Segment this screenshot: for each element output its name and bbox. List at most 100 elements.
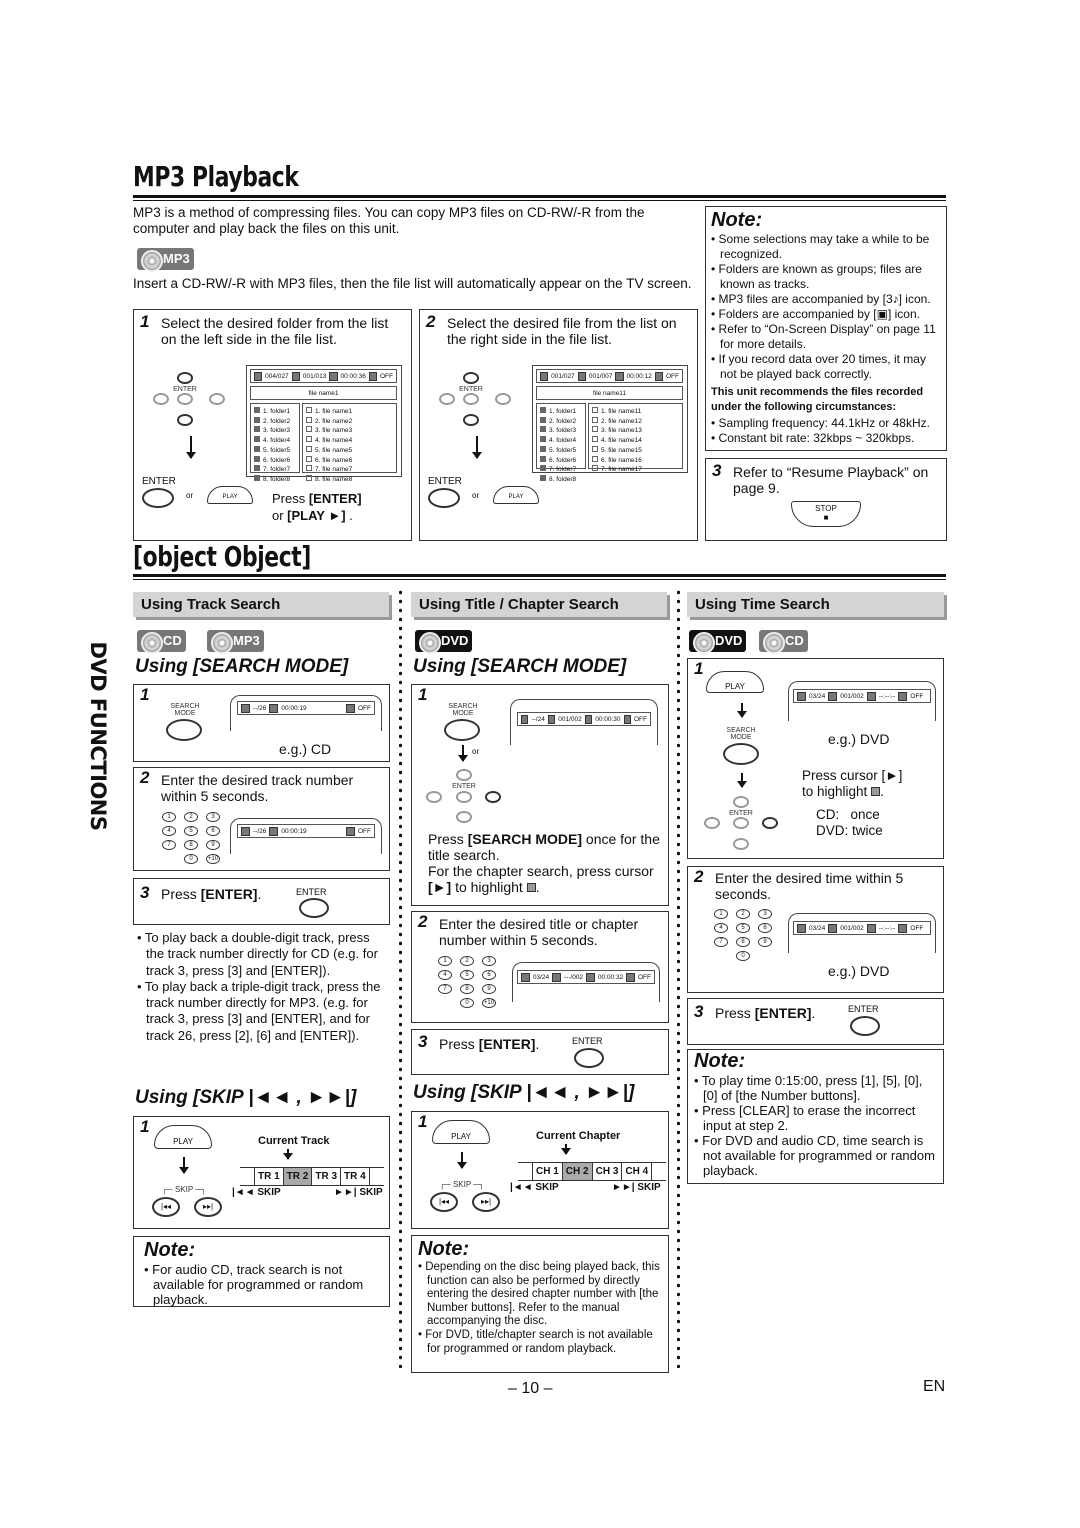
- search-mode-button[interactable]: [723, 743, 759, 765]
- folder-list[interactable]: 1. folder1 2. folder2 3. folder3 4. folder4…: [536, 403, 586, 483]
- number-key-2[interactable]: 2: [460, 956, 474, 966]
- list-item[interactable]: 3. file name3: [306, 426, 393, 436]
- down-button[interactable]: [733, 838, 749, 850]
- number-key-+10[interactable]: +10: [482, 998, 496, 1008]
- play-button[interactable]: PLAY: [432, 1120, 490, 1144]
- list-item[interactable]: 7. file name7: [306, 465, 393, 475]
- list-item[interactable]: 4. folder4: [254, 436, 296, 446]
- number-key-3[interactable]: 3: [206, 812, 220, 822]
- list-item[interactable]: 7. file name17: [592, 465, 679, 475]
- up-button[interactable]: [177, 372, 193, 384]
- up-button[interactable]: [456, 769, 472, 781]
- enter-button[interactable]: [574, 1048, 604, 1068]
- number-key-9[interactable]: 9: [758, 937, 772, 947]
- number-key-1[interactable]: 1: [162, 812, 176, 822]
- number-key-8[interactable]: 8: [460, 984, 474, 994]
- list-item[interactable]: 3. folder3: [254, 426, 296, 436]
- list-item[interactable]: 7. folder7: [254, 465, 296, 475]
- search-mode-button[interactable]: [166, 719, 202, 741]
- enter-button[interactable]: [463, 393, 479, 405]
- number-key-9[interactable]: 9: [482, 984, 496, 994]
- enter-button[interactable]: [733, 817, 749, 829]
- list-item[interactable]: 7. folder7: [540, 465, 582, 475]
- number-key-5[interactable]: 5: [460, 970, 474, 980]
- list-item[interactable]: 4. folder4: [540, 436, 582, 446]
- list-item[interactable]: 2. file name2: [306, 416, 393, 427]
- left-button[interactable]: [426, 791, 442, 803]
- number-key-5[interactable]: 5: [184, 826, 198, 836]
- number-key-7[interactable]: 7: [714, 937, 728, 947]
- number-key-2[interactable]: 2: [736, 909, 750, 919]
- file-list[interactable]: 1. file name1 2. file name2 3. file name3 4…: [302, 403, 397, 483]
- enter-button[interactable]: [428, 488, 460, 508]
- list-item[interactable]: 8. folder8: [254, 474, 296, 485]
- list-item[interactable]: 8. folder8: [540, 474, 582, 485]
- list-item[interactable]: 6. file name6: [306, 455, 393, 466]
- enter-button[interactable]: [142, 488, 174, 508]
- play-button[interactable]: PLAY: [207, 486, 253, 504]
- number-key-3[interactable]: 3: [758, 909, 772, 919]
- folder-list[interactable]: 1. folder1 2. folder2 3. folder3 4. folder4…: [250, 403, 300, 483]
- number-key-1[interactable]: 1: [714, 909, 728, 919]
- left-button[interactable]: [704, 817, 720, 829]
- number-key-4[interactable]: 4: [714, 923, 728, 933]
- play-button[interactable]: PLAY: [154, 1125, 212, 1149]
- number-key-7[interactable]: 7: [438, 984, 452, 994]
- list-item[interactable]: 5. folder5: [254, 445, 296, 456]
- play-button[interactable]: PLAY: [706, 671, 764, 693]
- number-key-6[interactable]: 6: [482, 970, 496, 980]
- number-key-1[interactable]: 1: [438, 956, 452, 966]
- right-button[interactable]: [495, 393, 511, 405]
- number-key-7[interactable]: 7: [162, 840, 176, 850]
- list-item[interactable]: 2. folder2: [254, 416, 296, 427]
- list-item[interactable]: 5. file name5: [306, 445, 393, 456]
- right-button[interactable]: [485, 791, 501, 803]
- list-item[interactable]: 1. file name1: [306, 407, 393, 417]
- number-key-8[interactable]: 8: [184, 840, 198, 850]
- number-key-0[interactable]: 0: [736, 951, 750, 961]
- list-item[interactable]: 2. folder2: [540, 416, 582, 427]
- file-list[interactable]: 1. file name11 2. file name12 3. file name…: [588, 403, 683, 473]
- number-key-6[interactable]: 6: [206, 826, 220, 836]
- list-item[interactable]: 1. file name11: [592, 407, 679, 417]
- skip-back-button[interactable]: |◂◂: [430, 1192, 458, 1212]
- skip-forward-button[interactable]: ▸▸|: [194, 1197, 222, 1217]
- list-item[interactable]: 5. folder5: [540, 445, 582, 456]
- number-key-5[interactable]: 5: [736, 923, 750, 933]
- number-key-2[interactable]: 2: [184, 812, 198, 822]
- number-key-3[interactable]: 3: [482, 956, 496, 966]
- number-key-+10[interactable]: +10: [206, 854, 220, 864]
- left-button[interactable]: [153, 393, 169, 405]
- list-item[interactable]: 1. folder1: [540, 407, 582, 417]
- left-button[interactable]: [439, 393, 455, 405]
- list-item[interactable]: 6. file name16: [592, 455, 679, 466]
- list-item[interactable]: 4. file name4: [306, 436, 393, 446]
- down-button[interactable]: [463, 414, 479, 426]
- list-item[interactable]: 3. folder3: [540, 426, 582, 436]
- list-item[interactable]: 2. file name12: [592, 416, 679, 427]
- list-item[interactable]: 6. folder6: [540, 455, 582, 466]
- enter-button[interactable]: [299, 898, 329, 918]
- number-key-4[interactable]: 4: [438, 970, 452, 980]
- skip-back-button[interactable]: |◂◂: [152, 1197, 180, 1217]
- up-button[interactable]: [463, 372, 479, 384]
- list-item[interactable]: 8. file name8: [306, 474, 393, 485]
- up-button[interactable]: [733, 796, 749, 808]
- list-item[interactable]: 5. file name15: [592, 445, 679, 456]
- number-key-4[interactable]: 4: [162, 826, 176, 836]
- number-key-6[interactable]: 6: [758, 923, 772, 933]
- enter-button[interactable]: [850, 1016, 880, 1036]
- list-item[interactable]: 6. folder6: [254, 455, 296, 466]
- skip-forward-button[interactable]: ▸▸|: [472, 1192, 500, 1212]
- list-item[interactable]: 1. folder1: [254, 407, 296, 417]
- number-key-8[interactable]: 8: [736, 937, 750, 947]
- right-button[interactable]: [209, 393, 225, 405]
- enter-button[interactable]: [456, 791, 472, 803]
- number-key-9[interactable]: 9: [206, 840, 220, 850]
- enter-button[interactable]: [177, 393, 193, 405]
- down-button[interactable]: [456, 811, 472, 823]
- stop-button[interactable]: STOP ■: [791, 501, 861, 527]
- number-key-0[interactable]: 0: [184, 854, 198, 864]
- down-button[interactable]: [177, 414, 193, 426]
- right-button[interactable]: [762, 817, 778, 829]
